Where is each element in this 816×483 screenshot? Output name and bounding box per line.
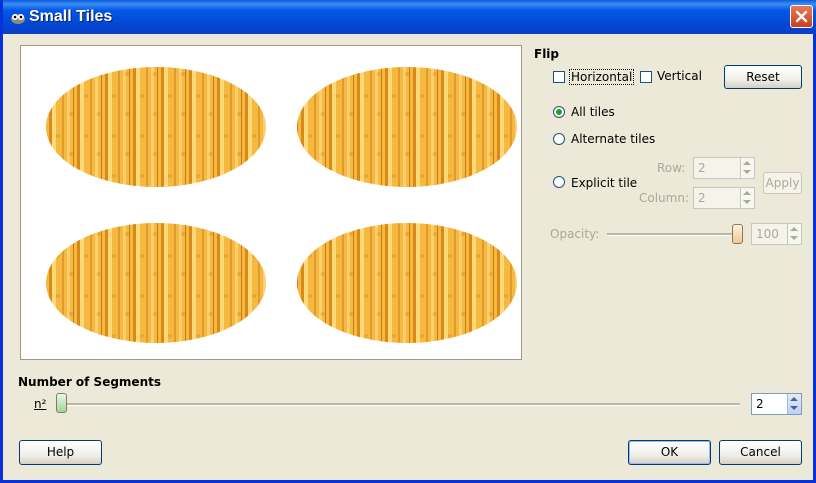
- segments-slider-thumb[interactable]: [56, 393, 67, 413]
- radio-explicit-tile-label[interactable]: Explicit tile: [571, 176, 637, 190]
- tile-ellipse: [297, 223, 517, 343]
- column-spinbutton[interactable]: 2: [693, 187, 755, 209]
- window-title: Small Tiles: [29, 8, 113, 25]
- segments-spin-arrows[interactable]: [787, 394, 801, 414]
- preview-area: [20, 45, 522, 360]
- vertical-label[interactable]: Vertical: [657, 69, 702, 83]
- opacity-label: Opacity:: [550, 227, 600, 241]
- segments-spinbutton[interactable]: 2: [751, 393, 802, 415]
- opacity-value: 100: [756, 227, 779, 241]
- tile-ellipse: [46, 223, 266, 343]
- radio-all-tiles-label[interactable]: All tiles: [571, 105, 615, 119]
- opacity-spin-arrows[interactable]: [787, 224, 801, 244]
- help-button[interactable]: Help: [19, 440, 102, 465]
- column-value: 2: [698, 191, 706, 205]
- row-label: Row:: [657, 161, 686, 175]
- ok-button[interactable]: OK: [628, 440, 711, 465]
- row-spin-arrows[interactable]: [740, 158, 754, 178]
- flip-section-label: Flip: [534, 47, 560, 61]
- tiles-preview-image: [46, 67, 517, 343]
- radio-all-tiles[interactable]: [553, 106, 565, 118]
- segments-value: 2: [756, 397, 764, 411]
- close-icon: [795, 10, 808, 23]
- radio-alternate-tiles[interactable]: [553, 133, 565, 145]
- reset-button[interactable]: Reset: [724, 65, 802, 89]
- opacity-spinbutton[interactable]: 100: [751, 223, 802, 245]
- horizontal-checkbox[interactable]: [553, 71, 565, 83]
- row-spinbutton[interactable]: 2: [693, 157, 755, 179]
- tile-ellipse: [297, 67, 517, 187]
- apply-button[interactable]: Apply: [763, 172, 802, 194]
- opacity-slider-thumb[interactable]: [732, 224, 743, 244]
- tile-ellipse: [46, 67, 266, 187]
- segments-n2-label: n²: [34, 397, 47, 411]
- dialog-window: Small Tiles Flip Horizontal Vertical Res…: [0, 0, 816, 483]
- segments-slider-track[interactable]: [63, 403, 740, 406]
- close-button[interactable]: [790, 5, 813, 28]
- segments-section-label: Number of Segments: [18, 375, 161, 389]
- row-value: 2: [698, 161, 706, 175]
- cancel-button[interactable]: Cancel: [719, 440, 802, 465]
- title-bar[interactable]: Small Tiles: [3, 0, 816, 34]
- opacity-slider-track[interactable]: [607, 233, 737, 236]
- column-label: Column:: [639, 191, 689, 205]
- column-spin-arrows[interactable]: [740, 188, 754, 208]
- gimp-icon: [11, 14, 25, 24]
- radio-alternate-tiles-label[interactable]: Alternate tiles: [571, 132, 655, 146]
- radio-explicit-tile[interactable]: [553, 176, 565, 188]
- vertical-checkbox[interactable]: [640, 71, 652, 83]
- horizontal-label[interactable]: Horizontal: [569, 69, 635, 85]
